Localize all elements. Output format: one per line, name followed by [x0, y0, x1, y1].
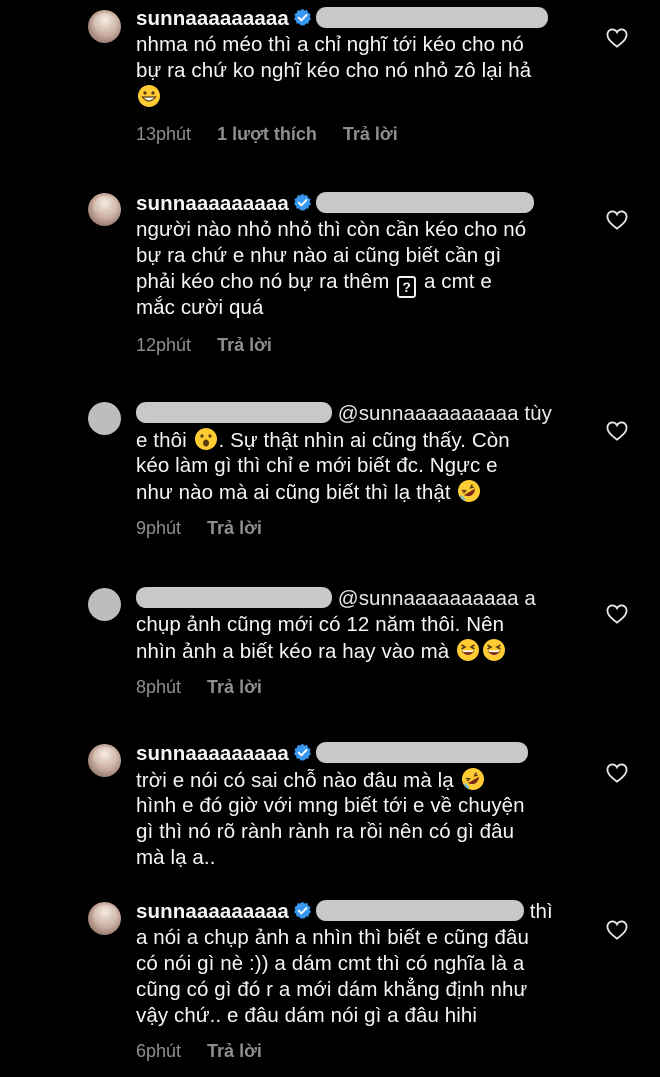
avatar[interactable]: [88, 10, 121, 43]
heart-outline-icon[interactable]: [606, 28, 628, 48]
comment-mention[interactable]: @sunnaaaaaaaaaa tùy: [338, 402, 552, 425]
comment-text-line: nhma nó méo thì a chỉ nghĩ tới kéo cho n…: [136, 33, 524, 56]
avatar[interactable]: [88, 588, 121, 621]
heart-outline-icon[interactable]: [606, 421, 628, 441]
comment-text-line: nhìn ảnh a biết kéo ra hay vào mà: [136, 640, 450, 663]
reply-button[interactable]: Trả lời: [343, 124, 398, 144]
comment-text-line: phải kéo cho nó bự ra thêm: [136, 270, 390, 293]
verified-badge-icon: [293, 901, 312, 920]
comment-mention[interactable]: @sunnaaaaaaaaaa a: [338, 587, 536, 610]
comment-text-line: mà lạ a..: [136, 846, 216, 869]
comment-text-line: a cmt e: [423, 270, 492, 293]
comment-time: 8phút: [136, 677, 182, 697]
heart-outline-icon[interactable]: [606, 210, 628, 230]
comment-body: sunnaaaaaaaaa thì a nói a chụp ảnh a nhì…: [136, 899, 576, 1029]
comment-time: 13phút: [136, 124, 192, 144]
redacted-username: [136, 587, 332, 608]
heart-outline-icon[interactable]: [606, 920, 628, 940]
comment-body: @sunnaaaaaaaaaa tùy e thôi . Sự thật nhì…: [136, 401, 576, 505]
avatar[interactable]: [88, 193, 121, 226]
verified-badge-icon: [293, 8, 312, 27]
comment-text-line: người nào nhỏ nhỏ thì còn cần kéo cho nó: [136, 218, 527, 241]
comment-username[interactable]: sunnaaaaaaaaa: [136, 900, 289, 923]
avatar[interactable]: [88, 744, 121, 777]
avatar[interactable]: [88, 402, 121, 435]
redacted-mention: [315, 742, 528, 763]
rolling-on-floor-laughing-emoji: [457, 479, 481, 503]
comment-time: 9phút: [136, 518, 182, 538]
comment-text-line: e thôi: [136, 429, 187, 452]
likes-count[interactable]: 1 lượt thích: [217, 124, 317, 144]
comment-text-line: trời e nói có sai chỗ nào đâu mà lạ: [136, 769, 454, 792]
comment-text-line: a nói a chụp ảnh a nhìn thì biết e cũng …: [136, 926, 529, 949]
comment-text-line: vậy chứ.. e đâu dám nói gì a đâu hihi: [136, 1004, 478, 1027]
reply-button[interactable]: Trả lời: [217, 335, 272, 355]
comment-body: sunnaaaaaaaaa người nào nhỏ nhỏ thì còn …: [136, 191, 576, 321]
reply-button[interactable]: Trả lời: [207, 677, 262, 697]
comment-username[interactable]: sunnaaaaaaaaa: [136, 192, 289, 215]
comment-text-line: hình e đó giờ với mng biết tới e về chuy…: [136, 794, 525, 817]
comment-text-line: chụp ảnh cũng mới có 12 năm thôi. Nên: [136, 613, 505, 636]
comment-text-line: như nào mà ai cũng biết thì lạ thật: [136, 481, 451, 504]
redacted-mention: [315, 192, 534, 213]
comment-text-tail: thì: [529, 900, 553, 923]
comment-text-line: mắc cười quá: [136, 296, 264, 319]
heart-outline-icon[interactable]: [606, 604, 628, 624]
comment-body: sunnaaaaaaaaa nhma nó méo thì a chỉ nghĩ…: [136, 6, 576, 110]
comment-time: 6phút: [136, 1041, 182, 1061]
verified-badge-icon: [293, 743, 312, 762]
face-with-open-mouth-emoji: [194, 427, 218, 451]
comment-text-line: bự ra chứ ko nghĩ kéo cho nó nhỏ zô lại …: [136, 59, 532, 82]
comment-time: 12phút: [136, 335, 192, 355]
comment-meta: 13phút 1 lượt thích Trả lời: [136, 124, 424, 145]
verified-badge-icon: [293, 193, 312, 212]
redacted-mention: [315, 900, 524, 921]
comment-text-line: cũng có gì đó r a mới dám khẳng định như: [136, 978, 528, 1001]
heart-outline-icon[interactable]: [606, 763, 628, 783]
grinning-squinting-face-emoji: [482, 638, 506, 662]
redacted-mention: [315, 7, 548, 28]
grinning-squinting-face-emoji: [456, 638, 480, 662]
avatar[interactable]: [88, 902, 121, 935]
comment-meta: 9phút Trả lời: [136, 518, 288, 539]
comment-text-line: gì thì nó rõ rành rành ra rồi nên có gì …: [136, 820, 515, 843]
comment-meta: 6phút Trả lời: [136, 1041, 288, 1062]
comment-text-line: bự ra chứ e như nào ai cũng biết cần gì: [136, 244, 502, 267]
comment-text-line: có nói gì nè :)) a dám cmt thì có nghĩa …: [136, 952, 525, 975]
comment-meta: 8phút Trả lời: [136, 677, 288, 698]
comment-body: @sunnaaaaaaaaaa a chụp ảnh cũng mới có 1…: [136, 586, 576, 664]
comment-body: sunnaaaaaaaaa trời e nói có sai chỗ nào …: [136, 741, 576, 871]
comment-username[interactable]: sunnaaaaaaaaa: [136, 742, 289, 765]
comment-text-line: kéo làm gì thì chỉ e mới biết đc. Ngực e: [136, 454, 498, 477]
redacted-username: [136, 402, 332, 423]
comment-username[interactable]: sunnaaaaaaaaa: [136, 7, 289, 30]
comment-text-line: . Sự thật nhìn ai cũng thấy. Còn: [218, 429, 510, 452]
reply-button[interactable]: Trả lời: [207, 1041, 262, 1061]
reply-button[interactable]: Trả lời: [207, 518, 262, 538]
rolling-on-floor-laughing-emoji: [461, 767, 485, 791]
grinning-face-emoji: [137, 84, 161, 108]
unknown-glyph-box: ?: [397, 276, 417, 298]
comment-meta: 12phút Trả lời: [136, 335, 298, 356]
